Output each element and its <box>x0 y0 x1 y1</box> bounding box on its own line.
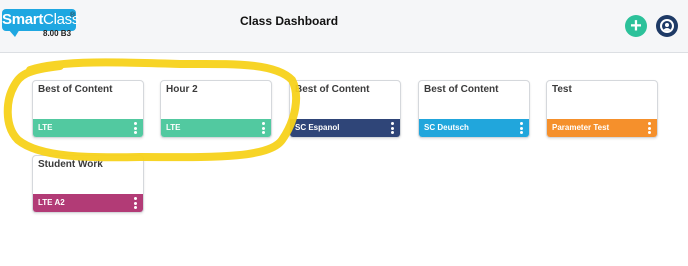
class-label: SC Deutsch <box>424 123 469 132</box>
class-name: Student Work <box>38 159 103 170</box>
add-class-button[interactable]: + <box>625 15 647 37</box>
class-card[interactable]: Best of Content SC Espanol <box>289 80 401 138</box>
class-label: LTE A2 <box>38 198 65 207</box>
class-card[interactable]: Hour 2 LTE <box>160 80 272 138</box>
more-options-icon[interactable] <box>134 122 138 134</box>
class-card[interactable]: Test Parameter Test <box>546 80 658 138</box>
class-footer: SC Espanol <box>290 119 400 137</box>
class-footer: LTE A2 <box>33 194 143 212</box>
app-version: 8.00 B3 <box>43 29 72 38</box>
class-label: SC Espanol <box>295 123 340 132</box>
class-label: LTE <box>38 123 53 132</box>
class-name: Best of Content <box>295 84 370 95</box>
class-footer: Parameter Test <box>547 119 657 137</box>
smartclass-logo: SmartClass ® 8.00 B3 <box>2 9 82 41</box>
class-card[interactable]: Student Work LTE A2 <box>32 155 144 213</box>
top-bar: SmartClass ® 8.00 B3 Class Dashboard + <box>0 0 688 53</box>
user-account-button[interactable] <box>656 15 678 37</box>
class-label: Parameter Test <box>552 123 610 132</box>
class-footer: LTE <box>33 119 143 137</box>
class-footer: LTE <box>161 119 271 137</box>
plus-icon: + <box>630 15 642 37</box>
logo-badge: SmartClass <box>2 9 79 31</box>
class-footer: SC Deutsch <box>419 119 529 137</box>
class-card[interactable]: Best of Content SC Deutsch <box>418 80 530 138</box>
class-name: Test <box>552 84 572 95</box>
class-name: Best of Content <box>424 84 499 95</box>
more-options-icon[interactable] <box>391 122 395 134</box>
class-name: Hour 2 <box>166 84 198 95</box>
logo-registered-mark: ® <box>70 12 76 19</box>
class-label: LTE <box>166 123 181 132</box>
more-options-icon[interactable] <box>134 197 138 209</box>
more-options-icon[interactable] <box>520 122 524 134</box>
more-options-icon[interactable] <box>262 122 266 134</box>
more-options-icon[interactable] <box>648 122 652 134</box>
user-icon <box>660 19 674 33</box>
class-name: Best of Content <box>38 84 113 95</box>
page-title: Class Dashboard <box>240 14 339 28</box>
class-card[interactable]: Best of Content LTE <box>32 80 144 138</box>
